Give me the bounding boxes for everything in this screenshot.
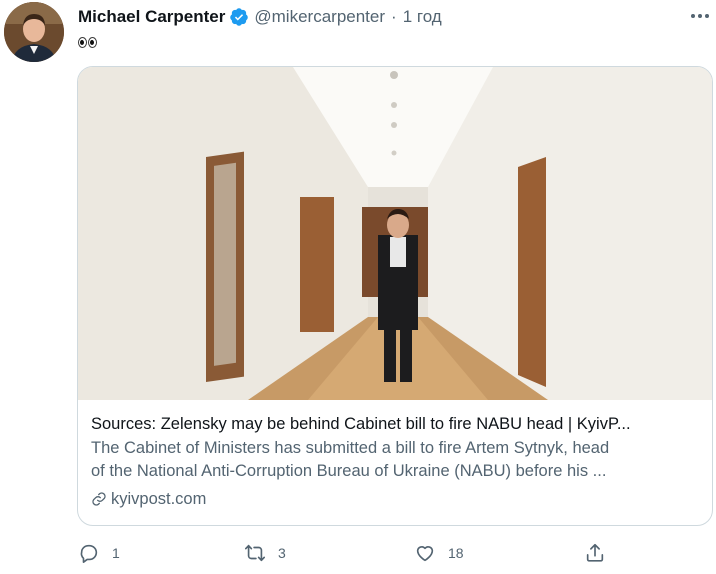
author-name[interactable]: Michael Carpenter xyxy=(78,7,225,27)
card-image[interactable] xyxy=(78,67,712,400)
tweet-timestamp[interactable]: 1 год xyxy=(403,7,442,27)
retweet-count: 3 xyxy=(278,545,286,561)
link-card[interactable]: Sources: Zelensky may be behind Cabinet … xyxy=(77,66,713,526)
card-text[interactable]: Sources: Zelensky may be behind Cabinet … xyxy=(91,413,701,510)
card-title[interactable]: Sources: Zelensky may be behind Cabinet … xyxy=(91,413,701,435)
share-icon xyxy=(586,543,604,562)
heart-icon xyxy=(416,546,434,562)
reply-count: 1 xyxy=(112,545,120,561)
card-domain-label: kyivpost.com xyxy=(111,490,207,508)
action-bar: 1 3 18 xyxy=(78,540,638,566)
eyes-emoji-icon xyxy=(78,36,97,48)
reply-icon xyxy=(80,544,98,563)
reply-button[interactable]: 1 xyxy=(78,540,120,566)
tweet-text xyxy=(78,32,97,52)
more-options-icon[interactable] xyxy=(688,6,712,26)
retweet-button[interactable]: 3 xyxy=(244,540,286,566)
tweet-header: Michael Carpenter @mikercarpenter · 1 го… xyxy=(78,6,442,28)
author-handle[interactable]: @mikercarpenter xyxy=(254,7,385,27)
separator-dot: · xyxy=(391,7,397,26)
share-button[interactable] xyxy=(584,540,606,566)
verified-badge-icon xyxy=(230,8,249,26)
card-domain[interactable]: kyivpost.com xyxy=(91,488,701,510)
card-description-line-1: The Cabinet of Ministers has submitted a… xyxy=(91,439,610,457)
avatar[interactable] xyxy=(4,2,64,62)
like-button[interactable]: 18 xyxy=(414,540,464,566)
link-icon xyxy=(92,492,106,506)
card-description-line-2: of the National Anti-Corruption Bureau o… xyxy=(91,462,607,480)
like-count: 18 xyxy=(448,545,464,561)
tweet[interactable]: Michael Carpenter @mikercarpenter · 1 го… xyxy=(0,0,716,574)
retweet-icon xyxy=(245,544,265,562)
